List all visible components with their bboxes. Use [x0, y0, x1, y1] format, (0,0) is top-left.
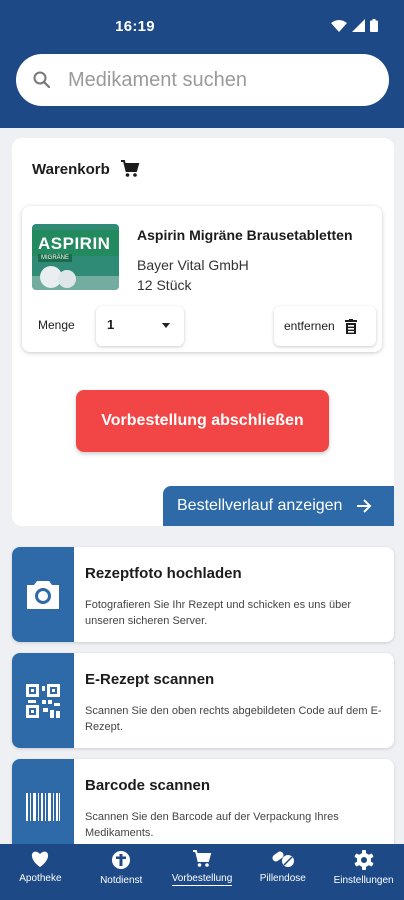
- signal-icon: [352, 19, 365, 32]
- chevron-down-icon: [162, 323, 170, 328]
- bottom-navigation: Apotheke Notdienst Vorbestellung Pillend…: [0, 844, 404, 900]
- action-description: Fotografieren Sie Ihr Rezept und schicke…: [85, 599, 351, 627]
- nav-vorbestellung[interactable]: Vorbestellung: [162, 844, 243, 900]
- product-image: ASPIRIN MIGRÄNE: [32, 224, 119, 290]
- cart-card: Warenkorb ASPIRIN MIGRÄNE Aspirin Migrän…: [12, 138, 394, 526]
- order-history-label: Bestellverlauf anzeigen: [177, 497, 343, 514]
- product-image-tablet: [58, 270, 76, 288]
- search-input[interactable]: [68, 68, 358, 92]
- quantity-value: 1: [107, 317, 115, 332]
- nav-einstellungen[interactable]: Einstellungen: [323, 844, 404, 900]
- quantity-label: Menge: [38, 318, 75, 332]
- upload-prescription-card[interactable]: Rezeptfoto hochladen Fotografieren Sie I…: [12, 547, 394, 642]
- arrow-right-icon: [357, 499, 372, 513]
- nav-label: Pillendose: [259, 873, 306, 884]
- pills-icon: [272, 851, 294, 867]
- camera-icon: [27, 580, 59, 609]
- action-title: Barcode scannen: [85, 777, 211, 794]
- scan-erezept-card[interactable]: E-Rezept scannen Scannen Sie den oben re…: [12, 653, 394, 748]
- status-bar: 16:19: [0, 0, 404, 50]
- product-package-size: 12 Stück: [137, 277, 192, 293]
- cart-title: Warenkorb: [32, 160, 140, 178]
- barcode-icon: [26, 792, 60, 821]
- nav-apotheke[interactable]: Apotheke: [0, 844, 81, 900]
- complete-preorder-button[interactable]: Vorbestellung abschließen: [76, 390, 329, 452]
- remove-button[interactable]: entfernen: [274, 306, 376, 346]
- nav-notdienst[interactable]: Notdienst: [81, 844, 162, 900]
- search-bar[interactable]: [16, 54, 389, 106]
- battery-icon: [370, 19, 378, 32]
- status-time: 16:19: [115, 18, 155, 35]
- nav-label: Notdienst: [100, 875, 143, 886]
- gear-icon: [354, 850, 373, 870]
- search-icon: [33, 71, 51, 89]
- remove-label: entfernen: [284, 319, 335, 333]
- wifi-icon: [331, 19, 347, 32]
- nav-label: Vorbestellung: [171, 873, 233, 886]
- product-manufacturer: Bayer Vital GmbH: [137, 257, 249, 273]
- medical-emergency-icon: [112, 851, 131, 869]
- heart-icon: [32, 851, 49, 867]
- cart-item: ASPIRIN MIGRÄNE Aspirin Migräne Brauseta…: [22, 206, 382, 352]
- nav-label: Apotheke: [19, 873, 62, 884]
- nav-label: Einstellungen: [333, 875, 394, 886]
- scan-erezept-icon-panel: [12, 653, 74, 748]
- action-description: Scannen Sie den oben rechts abgebildeten…: [85, 705, 382, 733]
- order-history-button[interactable]: Bestellverlauf anzeigen: [163, 486, 394, 526]
- quantity-dropdown[interactable]: 1: [96, 306, 184, 346]
- scan-barcode-card[interactable]: Barcode scannen Scannen Sie den Barcode …: [12, 759, 394, 854]
- trash-icon: [344, 318, 357, 334]
- qr-code-icon: [26, 683, 60, 718]
- action-title: Rezeptfoto hochladen: [85, 565, 242, 582]
- action-description: Scannen Sie den Barcode auf der Verpacku…: [85, 811, 339, 839]
- status-icons: [331, 19, 378, 32]
- shopping-cart-icon: [120, 160, 140, 177]
- cart-icon: [192, 850, 212, 867]
- nav-pillendose[interactable]: Pillendose: [242, 844, 323, 900]
- app-header: 16:19: [0, 0, 404, 128]
- product-image-sub: MIGRÄNE: [38, 254, 73, 262]
- upload-prescription-icon-panel: [12, 547, 74, 642]
- product-image-brand: ASPIRIN: [38, 234, 111, 253]
- action-title: E-Rezept scannen: [85, 671, 215, 688]
- cart-title-label: Warenkorb: [32, 160, 110, 178]
- product-name: Aspirin Migräne Brausetabletten: [137, 227, 353, 243]
- scan-barcode-icon-panel: [12, 759, 74, 854]
